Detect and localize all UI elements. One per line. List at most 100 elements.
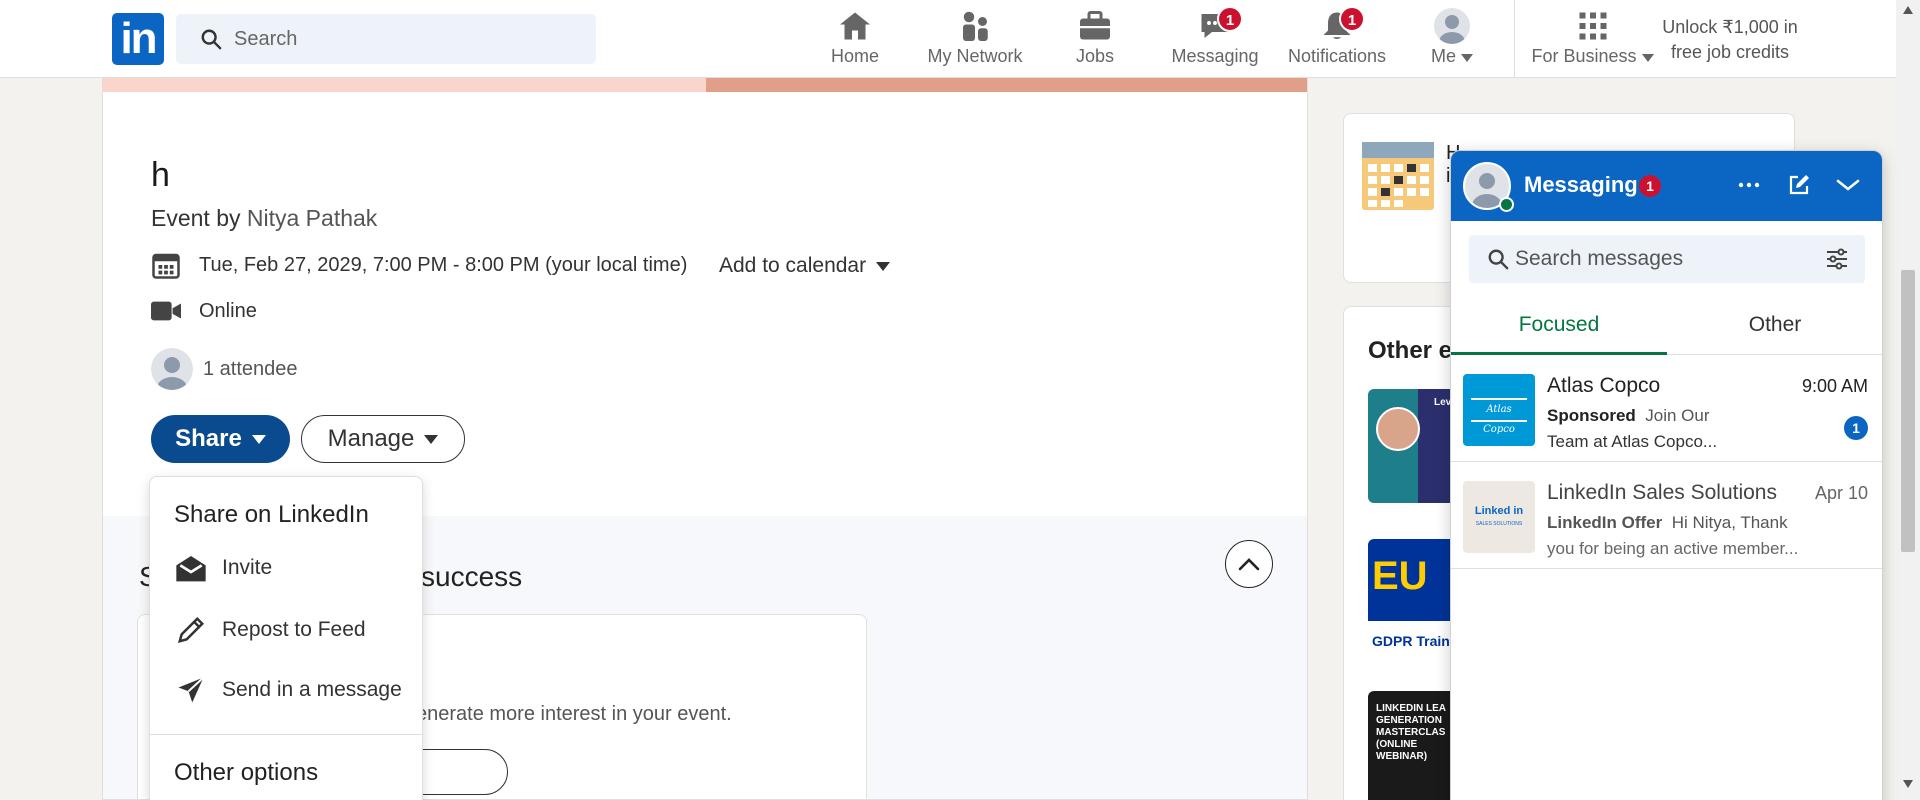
tab-focused[interactable]: Focused bbox=[1451, 295, 1667, 355]
attendee-count: 1 attendee bbox=[203, 357, 298, 380]
conversation-time: 9:00 AM bbox=[1801, 376, 1868, 396]
event-thumbnail-2-text: EU bbox=[1372, 554, 1428, 598]
messaging-header[interactable]: Messaging 1 bbox=[1451, 151, 1882, 221]
chevron-down-icon bbox=[424, 434, 439, 444]
unlock-line-1: Unlock ₹1,000 in bbox=[1662, 17, 1798, 37]
linkedin-sales-logo-sub: SALES SOLUTIONS bbox=[1475, 521, 1523, 527]
global-nav: in Home My Network Jobs 1 Messaging 1 No… bbox=[0, 0, 1896, 78]
conversation-tag: LinkedIn Offer bbox=[1547, 513, 1663, 532]
default-avatar-icon bbox=[1439, 15, 1465, 44]
manage-label: Manage bbox=[327, 425, 415, 452]
page-scrollbar[interactable] bbox=[1896, 0, 1920, 800]
conversation-item[interactable]: Atlas Copco Atlas Copco 9:00 AM Sponsore… bbox=[1451, 356, 1882, 462]
video-camera-icon bbox=[151, 301, 181, 321]
conversation-unread-badge: 1 bbox=[1844, 416, 1868, 440]
messaging-unread-badge: 1 bbox=[1639, 175, 1661, 197]
home-icon bbox=[840, 12, 870, 40]
pencil-icon bbox=[177, 616, 205, 644]
conversation-name: LinkedIn Sales Solutions bbox=[1547, 481, 1777, 504]
attendee-avatar bbox=[151, 348, 193, 390]
linkedin-logo[interactable]: in bbox=[112, 13, 164, 65]
chevron-down-icon bbox=[876, 261, 891, 271]
tab-other[interactable]: Other bbox=[1667, 295, 1882, 355]
promotion-title-end: success bbox=[421, 561, 523, 592]
briefcase-icon bbox=[1080, 11, 1110, 40]
scroll-down-arrow-icon[interactable] bbox=[1903, 780, 1913, 788]
event-location-row: Online bbox=[151, 299, 257, 323]
conversation-time: Apr 10 bbox=[1814, 483, 1868, 503]
nav-messaging[interactable]: 1 Messaging bbox=[1170, 6, 1260, 72]
other-events-title: Other e bbox=[1368, 337, 1453, 364]
nav-home[interactable]: Home bbox=[825, 8, 885, 72]
search-input[interactable] bbox=[234, 24, 574, 54]
chevron-up-icon bbox=[1238, 558, 1260, 571]
chevron-down-icon[interactable] bbox=[1835, 173, 1861, 197]
event-thumbnail-2-caption: GDPR Trainin bbox=[1372, 633, 1463, 649]
event-by-prefix: Event by bbox=[151, 205, 247, 231]
compose-icon[interactable] bbox=[1787, 173, 1811, 197]
nav-my-network-label: My Network bbox=[927, 46, 1023, 66]
conversation-preview-line-1: LinkedIn Offer Hi Nitya, Thank bbox=[1547, 513, 1788, 533]
search-bar[interactable] bbox=[176, 14, 596, 64]
scroll-up-arrow-icon[interactable] bbox=[1903, 6, 1913, 14]
me-avatar bbox=[1434, 8, 1470, 44]
nav-notifications-label: Notifications bbox=[1287, 46, 1387, 66]
linkedin-sales-logo: Linked in SALES SOLUTIONS bbox=[1463, 481, 1535, 553]
share-menu-header: Share on LinkedIn bbox=[174, 501, 369, 528]
linkedin-sales-logo-text: Linked in bbox=[1474, 505, 1524, 517]
share-menu-invite[interactable]: Invite bbox=[174, 553, 272, 583]
add-to-calendar-button[interactable]: Add to calendar bbox=[719, 254, 891, 278]
more-options-icon[interactable] bbox=[1737, 173, 1761, 197]
nav-notifications[interactable]: 1 Notifications bbox=[1282, 6, 1392, 72]
messaging-badge: 1 bbox=[1217, 6, 1243, 32]
add-to-calendar-label: Add to calendar bbox=[719, 254, 867, 277]
share-menu-invite-label: Invite bbox=[222, 556, 273, 579]
atlas-copco-logo-text: Atlas Copco bbox=[1471, 398, 1527, 435]
manage-button[interactable]: Manage bbox=[301, 415, 465, 463]
event-banner-right bbox=[706, 78, 1307, 92]
send-icon bbox=[178, 676, 205, 703]
envelope-open-icon bbox=[176, 556, 206, 582]
event-attendees-row[interactable]: 1 attendee bbox=[151, 348, 298, 390]
share-button[interactable]: Share bbox=[151, 415, 290, 463]
messaging-tabs: Focused Other bbox=[1451, 295, 1882, 355]
share-menu-other-options[interactable]: Other options bbox=[174, 759, 318, 787]
nav-home-label: Home bbox=[830, 46, 879, 66]
filter-icon[interactable] bbox=[1825, 248, 1849, 270]
nav-me[interactable]: Me bbox=[1422, 8, 1482, 72]
nav-for-business-label-wrap: For Business bbox=[1530, 46, 1655, 67]
nav-jobs[interactable]: Jobs bbox=[1070, 8, 1120, 72]
conversation-name: Atlas Copco bbox=[1547, 374, 1661, 397]
share-label: Share bbox=[175, 425, 242, 452]
scrollbar-thumb[interactable] bbox=[1901, 270, 1915, 552]
speaker-photo bbox=[1376, 407, 1420, 451]
calendar-icon bbox=[152, 253, 180, 279]
grid-icon bbox=[1579, 12, 1606, 40]
nav-my-network[interactable]: My Network bbox=[920, 8, 1030, 72]
conversation-item[interactable]: Linked in SALES SOLUTIONS LinkedIn Sales… bbox=[1451, 463, 1882, 569]
nav-for-business[interactable]: For Business bbox=[1530, 8, 1655, 72]
conversation-tag: Sponsored bbox=[1547, 406, 1636, 425]
messaging-search[interactable]: Search messages bbox=[1469, 235, 1865, 283]
event-banner-left bbox=[103, 78, 706, 92]
notifications-badge: 1 bbox=[1339, 6, 1365, 32]
event-thumbnail-1-text: Lev bbox=[1434, 397, 1452, 408]
share-menu-repost[interactable]: Repost to Feed bbox=[174, 615, 366, 645]
event-title: h bbox=[151, 156, 170, 194]
event-datetime-row: Tue, Feb 27, 2029, 7:00 PM - 8:00 PM (yo… bbox=[151, 250, 687, 280]
nav-divider bbox=[1514, 0, 1515, 78]
event-host-link[interactable]: Nitya Pathak bbox=[247, 205, 377, 231]
conversation-preview-line-2: you for being an active member... bbox=[1547, 539, 1799, 558]
atlas-copco-logo: Atlas Copco bbox=[1463, 374, 1535, 446]
conversation-preview-1: Join Our bbox=[1645, 406, 1710, 425]
share-dropdown-menu: Share on LinkedIn Invite Repost to Feed … bbox=[149, 476, 424, 800]
unlock-credits-link[interactable]: Unlock ₹1,000 in free job credits bbox=[1640, 15, 1820, 65]
collapse-section-button[interactable] bbox=[1225, 540, 1273, 588]
promotion-tip-text: enerate more interest in your event. bbox=[416, 703, 732, 725]
chevron-down-icon bbox=[251, 434, 266, 444]
network-icon bbox=[963, 11, 988, 41]
online-status-dot bbox=[1499, 197, 1514, 212]
event-organizer: Event by Nitya Pathak bbox=[151, 205, 377, 232]
search-icon bbox=[1488, 249, 1509, 270]
share-menu-send-message[interactable]: Send in a message bbox=[174, 675, 402, 705]
